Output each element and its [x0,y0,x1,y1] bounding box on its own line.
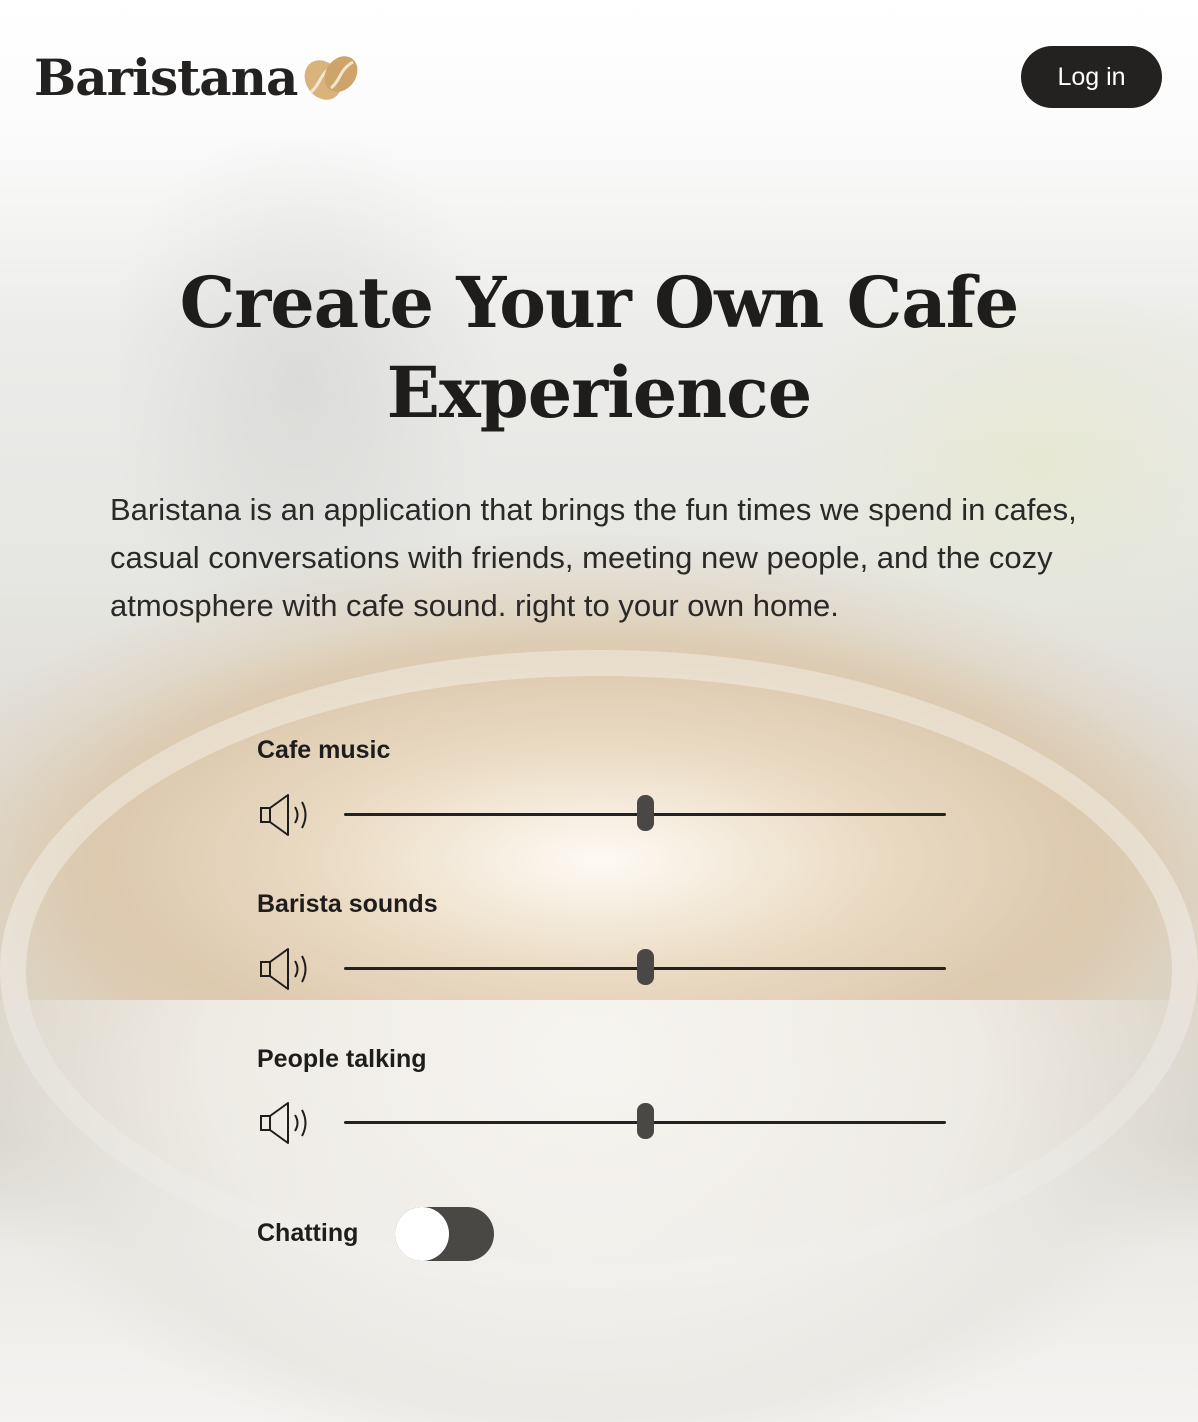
logo-text: Baristana [34,48,298,107]
cup-side-shape [0,1000,1198,1422]
volume-icon[interactable] [258,793,312,837]
cafe-music-slider[interactable] [344,795,946,835]
cafe-music-label: Cafe music [257,736,391,764]
toggle-knob [395,1207,449,1261]
coffee-bean-icon [304,56,358,100]
slider-thumb[interactable] [637,949,654,985]
barista-sounds-label: Barista sounds [257,890,438,918]
logo[interactable]: Baristana [34,50,361,106]
volume-icon[interactable] [258,1101,312,1145]
barista-sounds-slider[interactable] [344,949,946,989]
page-title: Create Your Own Cafe Experience [179,261,1020,434]
app-description: Baristana is an application that brings … [110,492,1077,623]
login-button[interactable]: Log in [1021,46,1162,108]
slider-thumb[interactable] [637,795,654,831]
people-talking-slider[interactable] [344,1103,946,1143]
slider-thumb[interactable] [637,1103,654,1139]
chatting-toggle[interactable] [395,1207,494,1261]
volume-icon[interactable] [258,947,312,991]
people-talking-label: People talking [257,1045,427,1073]
chatting-label: Chatting [257,1219,359,1247]
